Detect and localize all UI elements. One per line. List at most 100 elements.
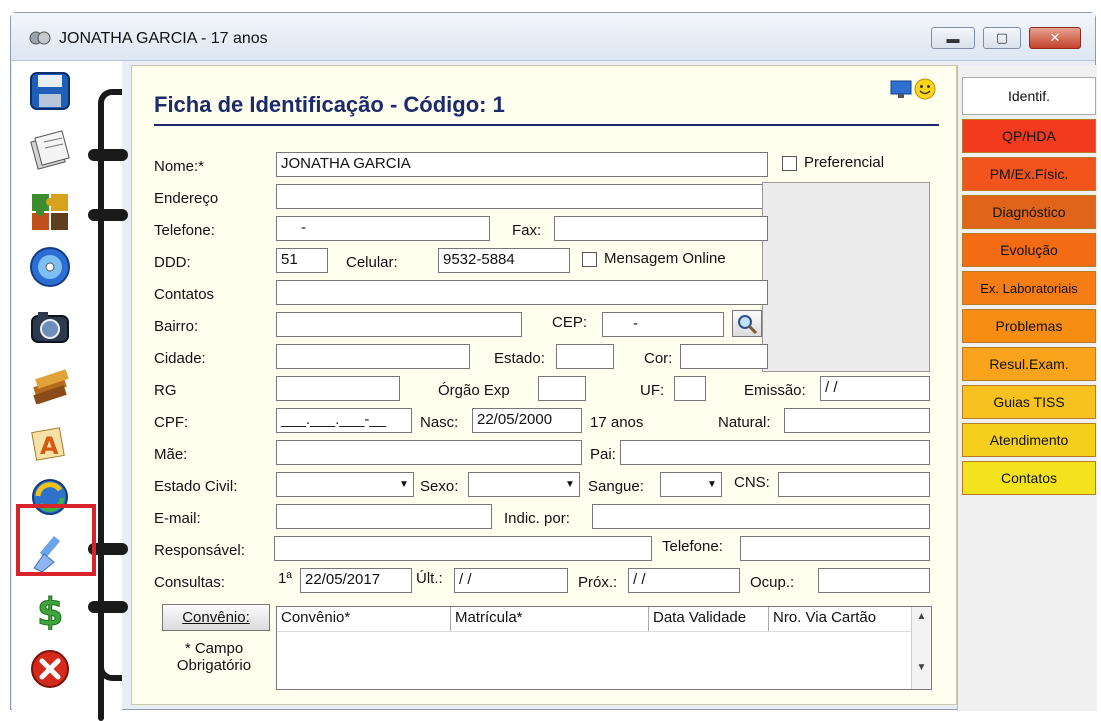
fax-field[interactable] [554, 216, 768, 241]
telefone-responsavel-field[interactable] [740, 536, 930, 561]
primeira-consulta-label: 1ª [278, 570, 292, 587]
convenio-button[interactable]: Convênio: [162, 604, 270, 631]
sexo-select[interactable]: ▼ [468, 472, 580, 497]
celular-field[interactable]: 9532-5884 [438, 248, 570, 273]
mensagem-online-label: Mensagem Online [604, 250, 726, 267]
natural-field[interactable] [784, 408, 930, 433]
title-divider [154, 124, 939, 126]
dollar-icon: $ [37, 590, 64, 631]
maximize-button[interactable]: ▢ [983, 27, 1021, 49]
smiley-icon[interactable] [914, 78, 936, 100]
documents-button[interactable] [26, 127, 74, 171]
scroll-up-icon[interactable]: ▲ [912, 611, 931, 622]
ultima-consulta-label: Últ.: [416, 570, 443, 587]
endereco-field[interactable] [276, 184, 768, 209]
monitor-icon[interactable] [890, 80, 912, 100]
estado-civil-select[interactable]: ▼ [276, 472, 414, 497]
exit-button[interactable] [26, 647, 74, 691]
tab-contatos[interactable]: Contatos [962, 461, 1096, 495]
close-button[interactable]: ✕ [1029, 27, 1081, 49]
cep-search-button[interactable] [732, 310, 762, 337]
cidade-label: Cidade: [154, 350, 206, 367]
exit-icon [31, 650, 69, 688]
tab-ex-laboratoriais[interactable]: Ex. Laboratoriais [962, 271, 1096, 305]
indic-por-field[interactable] [592, 504, 930, 529]
primeira-consulta-field[interactable]: 22/05/2017 [300, 568, 412, 593]
title-bar[interactable]: JONATHA GARCIA - 17 anos ▬ ▢ ✕ [11, 13, 1095, 61]
tab-pm-ex-fisic[interactable]: PM/Ex.Físic. [962, 157, 1096, 191]
toolbar-spine-top [98, 89, 122, 109]
orgao-exp-field[interactable] [538, 376, 586, 401]
cns-field[interactable] [778, 472, 930, 497]
tab-atendimento[interactable]: Atendimento [962, 423, 1096, 457]
bairro-field[interactable] [276, 312, 522, 337]
tab-evolucao[interactable]: Evolução [962, 233, 1096, 267]
tab-diagnostico[interactable]: Diagnóstico [962, 195, 1096, 229]
nasc-field[interactable]: 22/05/2000 [472, 408, 582, 433]
tab-problemas[interactable]: Problemas [962, 309, 1096, 343]
mae-field[interactable] [276, 440, 582, 465]
puzzle-button[interactable] [26, 189, 74, 233]
finance-button[interactable]: $ [26, 587, 74, 631]
preferencial-label: Preferencial [804, 154, 885, 171]
convenio-button-label: Convênio: [182, 609, 250, 626]
contatos-field[interactable] [276, 280, 768, 305]
books-icon [33, 369, 69, 404]
cd-button[interactable] [26, 245, 74, 289]
emissao-label: Emissão: [744, 382, 806, 399]
preferencial-checkbox[interactable] [782, 156, 797, 171]
font-button[interactable]: A [26, 419, 74, 463]
highlight-box [16, 504, 96, 576]
cidade-field[interactable] [276, 344, 470, 369]
save-icon [30, 72, 70, 110]
sangue-select[interactable]: ▼ [660, 472, 722, 497]
grid-header-convenio[interactable]: Convênio* [277, 607, 451, 631]
telefone-field[interactable]: - [276, 216, 490, 241]
scroll-down-icon[interactable]: ▼ [912, 662, 931, 673]
photo-placeholder[interactable] [762, 182, 930, 372]
pai-field[interactable] [620, 440, 930, 465]
camera-icon [31, 312, 69, 343]
grid-header-nro-via-cartao[interactable]: Nro. Via Cartão [769, 607, 911, 631]
cpf-field[interactable]: ___.___.___-__ [276, 408, 412, 433]
nome-field[interactable]: JONATHA GARCIA [276, 152, 768, 177]
cor-field[interactable] [680, 344, 768, 369]
save-button[interactable] [26, 69, 74, 113]
cns-label: CNS: [734, 474, 770, 491]
section-tabs: Identif. QP/HDA PM/Ex.Físic. Diagnóstico… [957, 65, 1097, 711]
contatos-label: Contatos [154, 286, 215, 303]
camera-button[interactable] [26, 305, 74, 349]
tab-identif[interactable]: Identif. [962, 77, 1096, 115]
convenio-grid[interactable]: Convênio* Matrícula* Data Validade Nro. … [276, 606, 932, 690]
fax-label: Fax: [512, 222, 542, 239]
tab-qp-hda[interactable]: QP/HDA [962, 119, 1096, 153]
chevron-down-icon: ▼ [399, 479, 409, 490]
left-toolbar: A $ [12, 61, 128, 721]
ultima-consulta-field[interactable]: / / [454, 568, 568, 593]
grid-scrollbar[interactable]: ▲ ▼ [911, 607, 931, 689]
mae-label: Mãe: [154, 446, 188, 463]
pai-label: Pai: [590, 446, 616, 463]
estado-label: Estado: [494, 350, 545, 367]
tab-guias-tiss[interactable]: Guias TISS [962, 385, 1096, 419]
nome-label: Nome:* [154, 158, 205, 175]
books-button[interactable] [26, 361, 74, 405]
grid-header-divider [277, 631, 911, 632]
email-field[interactable] [276, 504, 492, 529]
uf-field[interactable] [674, 376, 706, 401]
cep-field[interactable]: - [602, 312, 724, 337]
mensagem-online-checkbox[interactable] [582, 252, 597, 267]
cep-label: CEP: [552, 314, 588, 331]
ddd-field[interactable]: 51 [276, 248, 328, 273]
emissao-field[interactable]: / / [820, 376, 930, 401]
minimize-button[interactable]: ▬ [931, 27, 975, 49]
grid-header-data-validade[interactable]: Data Validade [649, 607, 769, 631]
rg-field[interactable] [276, 376, 400, 401]
grid-header-matricula[interactable]: Matrícula* [451, 607, 649, 631]
rg-label: RG [154, 382, 177, 399]
ocup-field[interactable] [818, 568, 930, 593]
estado-field[interactable] [556, 344, 614, 369]
responsavel-field[interactable] [274, 536, 652, 561]
tab-resul-exam[interactable]: Resul.Exam. [962, 347, 1096, 381]
proxima-consulta-field[interactable]: / / [628, 568, 740, 593]
